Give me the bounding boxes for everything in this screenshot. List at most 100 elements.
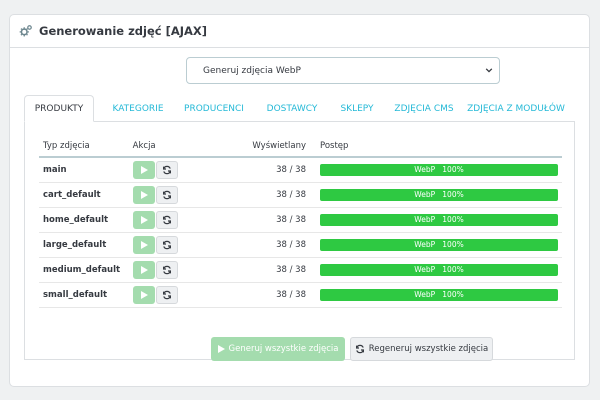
tab-products[interactable]: PRODUKTY [24, 95, 94, 122]
tab-cms-images[interactable]: ZDJĘCIA CMS [384, 95, 464, 122]
progress-text: WebP 100% [320, 289, 558, 301]
regenerate-button[interactable] [155, 186, 178, 204]
progress-format: WebP [414, 290, 436, 299]
header-progress: Postęp [316, 136, 562, 158]
action-cell [128, 282, 200, 308]
progress-percent: 100% [442, 215, 464, 224]
displayed-count: 38 / 38 [199, 182, 316, 208]
regenerate-button[interactable] [155, 211, 178, 229]
progress-cell: WebP 100% [316, 182, 562, 208]
generate-button[interactable] [132, 161, 155, 179]
regenerate-button[interactable] [155, 161, 178, 179]
image-type-name: main [39, 157, 129, 183]
progress-bar: WebP 100% [320, 164, 558, 176]
play-icon [140, 266, 148, 274]
generate-button[interactable] [132, 211, 155, 229]
regenerate-button[interactable] [155, 286, 178, 304]
progress-percent: 100% [442, 265, 464, 274]
regenerate-all-label: Regeneruj wszystkie zdjęcia [368, 344, 489, 354]
play-icon [217, 345, 225, 353]
panel-title: Generowanie zdjęć [AJAX] [39, 24, 208, 38]
play-icon [140, 216, 148, 224]
header-type: Typ zdjęcia [39, 136, 129, 158]
progress-cell: WebP 100% [316, 157, 562, 183]
progress-bar: WebP 100% [320, 264, 558, 276]
tab-module-images[interactable]: ZDJĘCIA Z MODUŁÓW [462, 95, 570, 122]
image-type-name: cart_default [39, 182, 129, 208]
image-type-name: medium_default [39, 257, 129, 283]
progress-text: WebP 100% [320, 164, 558, 176]
sync-icon [162, 240, 171, 250]
progress-bar: WebP 100% [320, 239, 558, 251]
tab-suppliers[interactable]: DOSTAWCY [252, 95, 332, 122]
sync-icon [162, 290, 171, 300]
progress-format: WebP [414, 190, 436, 199]
play-icon [140, 291, 148, 299]
generate-button[interactable] [132, 261, 155, 279]
generate-button[interactable] [132, 186, 155, 204]
regenerate-button[interactable] [155, 236, 178, 254]
displayed-count: 38 / 38 [199, 232, 316, 258]
displayed-count: 38 / 38 [199, 157, 316, 183]
table-row: cart_default 38 / 38 WebP 100% [39, 182, 562, 208]
progress-cell: WebP 100% [316, 282, 562, 308]
sync-icon [162, 165, 171, 175]
action-cell [128, 257, 200, 283]
header-displayed: Wyświetlany [199, 136, 316, 158]
progress-cell: WebP 100% [316, 257, 562, 283]
sync-icon [162, 190, 171, 200]
play-icon [140, 166, 148, 174]
progress-percent: 100% [442, 190, 464, 199]
table-row: home_default 38 / 38 WebP 100% [39, 207, 562, 233]
image-type-tabs: PRODUKTY KATEGORIE PRODUCENCI DOSTAWCY S… [24, 95, 575, 122]
table-header-row: Typ zdjęcia Akcja Wyświetlany Postęp [39, 136, 562, 158]
format-select[interactable]: Generuj zdjęcia WebP [186, 57, 500, 84]
displayed-count: 38 / 38 [199, 207, 316, 233]
regenerate-button[interactable] [155, 261, 178, 279]
progress-format: WebP [414, 215, 436, 224]
regenerate-all-button[interactable]: Regeneruj wszystkie zdjęcia [350, 337, 493, 361]
table-row: medium_default 38 / 38 WebP 100% [39, 257, 562, 283]
image-generation-panel: Generowanie zdjęć [AJAX] Generuj zdjęcia… [9, 14, 590, 387]
image-types-table: Typ zdjęcia Akcja Wyświetlany Postęp mai… [39, 136, 562, 308]
progress-percent: 100% [442, 290, 464, 299]
table-row: main 38 / 38 WebP 100% [39, 157, 562, 183]
progress-format: WebP [414, 240, 436, 249]
action-cell [128, 232, 200, 258]
sync-icon [355, 344, 364, 354]
image-type-name: large_default [39, 232, 129, 258]
header-action: Akcja [128, 136, 200, 158]
gears-icon [19, 25, 32, 37]
image-type-name: home_default [39, 207, 129, 233]
generate-all-button[interactable]: Generuj wszystkie zdjęcia [211, 337, 345, 361]
tab-manufacturers[interactable]: PRODUCENCI [174, 95, 254, 122]
action-cell [128, 157, 200, 183]
progress-bar: WebP 100% [320, 189, 558, 201]
progress-bar: WebP 100% [320, 214, 558, 226]
progress-percent: 100% [442, 165, 464, 174]
progress-text: WebP 100% [320, 239, 558, 251]
progress-text: WebP 100% [320, 214, 558, 226]
progress-format: WebP [414, 165, 436, 174]
displayed-count: 38 / 38 [199, 257, 316, 283]
displayed-count: 38 / 38 [199, 282, 316, 308]
format-select-value: Generuj zdjęcia WebP [203, 65, 301, 76]
play-icon [140, 241, 148, 249]
panel-header: Generowanie zdjęć [AJAX] [10, 15, 589, 48]
tab-categories[interactable]: KATEGORIE [98, 95, 178, 122]
table-row: small_default 38 / 38 WebP 100% [39, 282, 562, 308]
action-cell [128, 182, 200, 208]
tab-content-products: Typ zdjęcia Akcja Wyświetlany Postęp mai… [24, 121, 575, 361]
tab-stores[interactable]: SKLEPY [322, 95, 392, 122]
generate-all-label: Generuj wszystkie zdjęcia [228, 344, 339, 354]
progress-bar: WebP 100% [320, 289, 558, 301]
generate-button[interactable] [132, 286, 155, 304]
sync-icon [162, 265, 171, 275]
progress-cell: WebP 100% [316, 232, 562, 258]
play-icon [140, 191, 148, 199]
chevron-down-icon [485, 68, 493, 73]
progress-text: WebP 100% [320, 189, 558, 201]
progress-text: WebP 100% [320, 264, 558, 276]
generate-button[interactable] [132, 236, 155, 254]
table-row: large_default 38 / 38 WebP 100% [39, 232, 562, 258]
